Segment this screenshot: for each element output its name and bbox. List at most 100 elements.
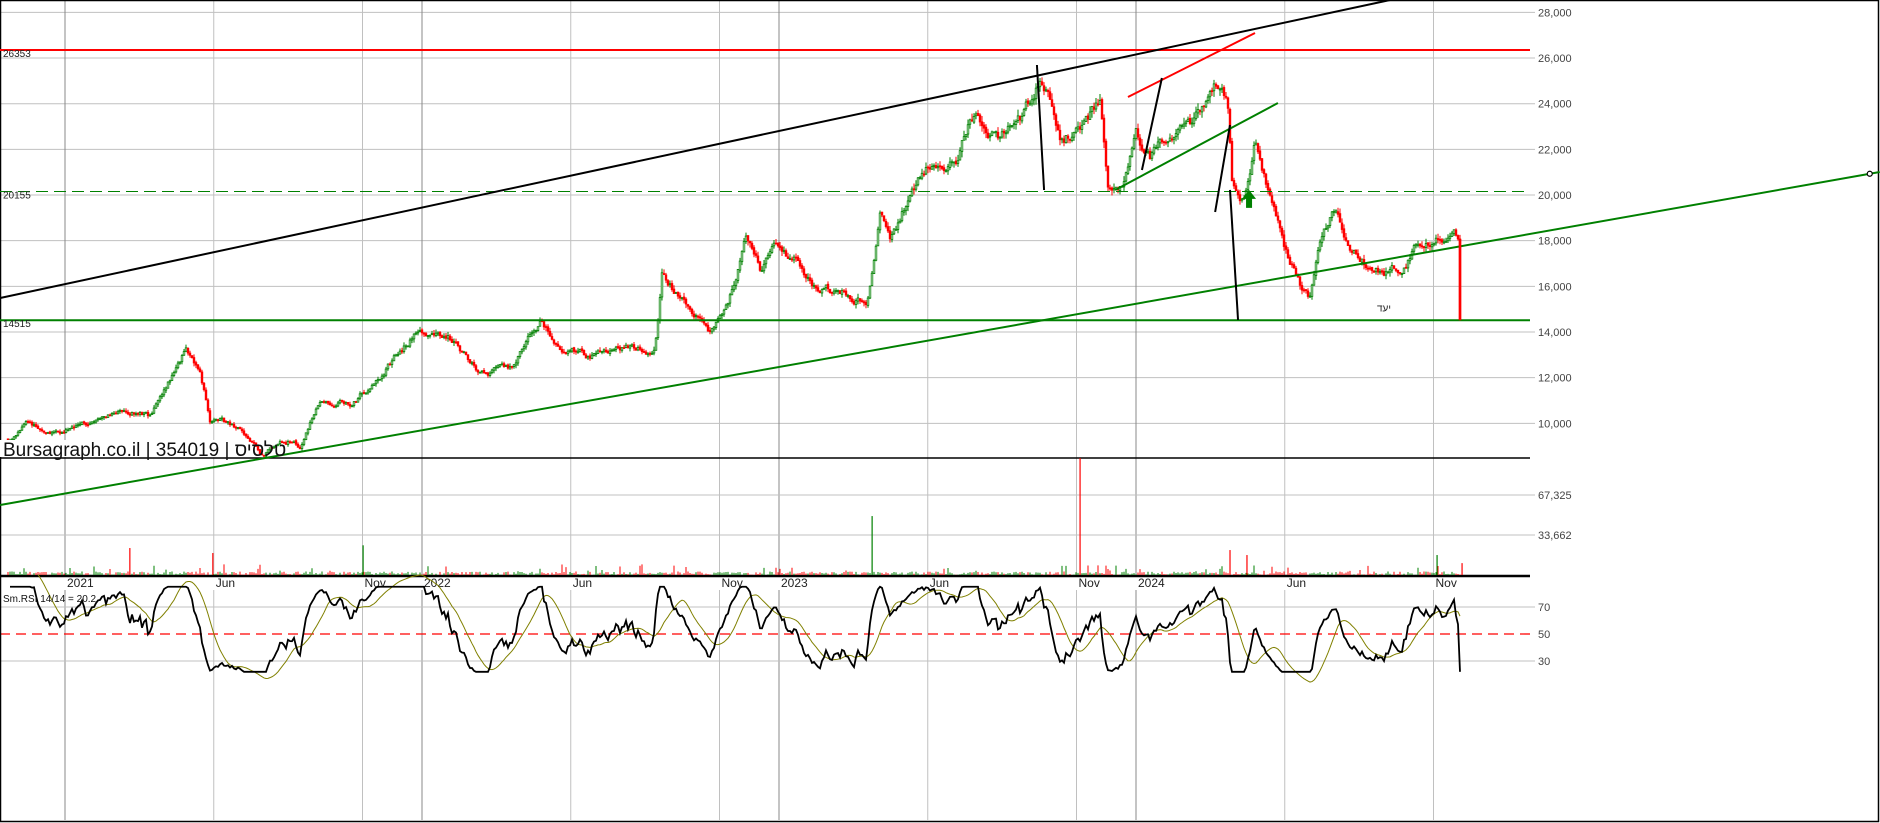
candle-down [208, 408, 212, 425]
candle-up [992, 131, 996, 134]
candle-body [896, 222, 900, 230]
candle-body [44, 432, 48, 434]
candle-body [62, 431, 66, 434]
candle-body [1338, 213, 1342, 223]
candle-body [542, 321, 546, 328]
candle-body [1398, 272, 1402, 274]
candle-body [460, 350, 464, 353]
candle-body [422, 332, 426, 335]
candle-body [326, 400, 330, 404]
candle-body [878, 212, 882, 231]
candle-body [580, 348, 584, 352]
candle-body [852, 300, 856, 305]
candle-body [230, 423, 234, 426]
candle-body [396, 353, 400, 356]
candle-body [78, 423, 82, 426]
candle-body [996, 131, 1000, 139]
candle-body [40, 429, 44, 432]
candle-body [946, 166, 950, 172]
candle-body [214, 418, 218, 421]
candle-body [1396, 269, 1400, 274]
candle-body [1304, 289, 1308, 292]
candle-body [368, 388, 372, 392]
candle-body [768, 251, 772, 256]
candle-body [1218, 88, 1222, 91]
candle-body [838, 290, 842, 295]
date-axis-label: Jun [930, 576, 949, 590]
candle-body [938, 165, 942, 168]
candle-body [1140, 144, 1144, 151]
candle-body [192, 357, 196, 364]
candle-body [604, 349, 608, 353]
candle-body [1382, 271, 1386, 276]
candle-body [966, 124, 970, 135]
candle-body [916, 177, 920, 186]
candle-body [738, 260, 742, 271]
candle-up [892, 228, 896, 236]
candle-body [608, 350, 612, 355]
candle-body [1142, 149, 1146, 153]
candle-body [1336, 211, 1340, 215]
candle-body [200, 371, 204, 384]
candle-body [54, 430, 58, 433]
candle-body [1284, 245, 1288, 250]
candle-body [1446, 237, 1450, 242]
candle-body [808, 277, 812, 282]
candle-body [1394, 268, 1398, 271]
candle-body [802, 268, 806, 276]
candle-body [676, 291, 680, 297]
candle-body [906, 200, 910, 207]
candle-body [462, 351, 466, 354]
candle-body [1256, 143, 1260, 153]
candle-body [118, 410, 122, 412]
candle-body [726, 302, 730, 306]
rsi-axis-label: 30 [1538, 656, 1550, 668]
candle-body [1332, 210, 1336, 213]
candle-body [164, 387, 168, 391]
candle-body [660, 272, 664, 298]
candle-body [758, 261, 762, 271]
candle-body [510, 365, 514, 368]
candle-body [398, 350, 402, 355]
candle-body [886, 226, 890, 232]
chart-background [0, 0, 1880, 823]
candle-down [1106, 165, 1110, 192]
candle-body [1226, 97, 1230, 109]
candle-body [554, 342, 558, 345]
candle-body [706, 324, 710, 332]
candle-body [1024, 101, 1028, 110]
candle-body [486, 372, 490, 376]
candle-body [864, 301, 868, 306]
candle-body [466, 354, 470, 360]
candle-up [536, 326, 540, 332]
candle-body [746, 235, 750, 242]
candle-body [898, 220, 902, 224]
price-axis-label: 18,000 [1538, 236, 1572, 248]
candle-body [848, 295, 852, 300]
candle-up [1124, 171, 1128, 183]
candle-down [200, 369, 204, 385]
candle-down [838, 290, 842, 295]
candle-body [126, 411, 130, 415]
volume-axis-label: 67,325 [1538, 490, 1572, 502]
candle-body [472, 361, 476, 366]
candle-body [1000, 131, 1004, 138]
candle-body [336, 402, 340, 407]
candle-body [20, 426, 24, 431]
candle-body [742, 241, 746, 253]
candle-body [322, 401, 326, 403]
candle-body [1314, 261, 1318, 276]
candle-body [440, 335, 444, 338]
candle-up [316, 405, 320, 410]
candle-body [632, 344, 636, 349]
candle-body [1268, 188, 1272, 196]
candle-body [1258, 150, 1262, 160]
candle-body [316, 405, 320, 410]
candle-down [202, 382, 206, 392]
candle-body [882, 215, 886, 222]
candle-body [132, 412, 136, 415]
candle-body [646, 353, 650, 356]
candle-body [1196, 109, 1200, 114]
candle-body [296, 443, 300, 448]
candle-body [346, 402, 350, 405]
